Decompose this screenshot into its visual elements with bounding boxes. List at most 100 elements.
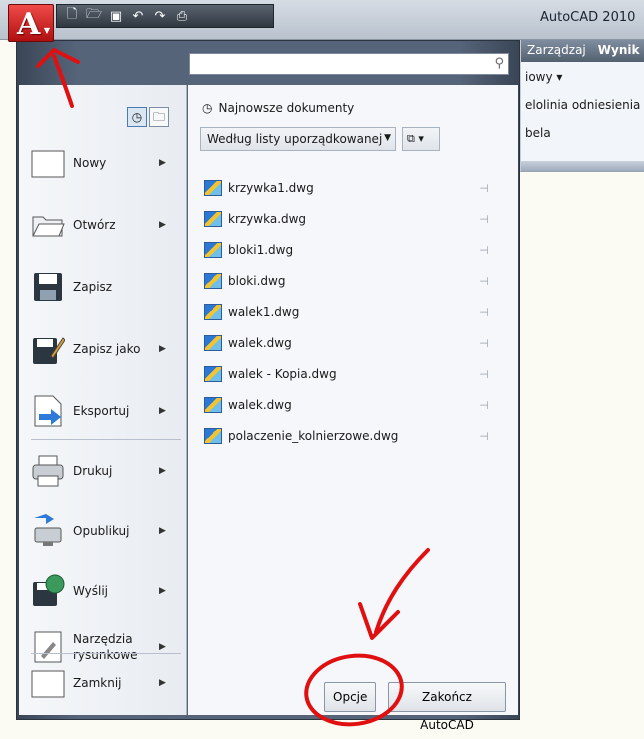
dwg-file-icon [204,366,222,382]
send-icon [31,574,65,608]
recent-documents-icon: ◷ [202,101,213,115]
pin-icon[interactable]: ⊣ [474,244,494,257]
file-name: walek - Kopia.dwg [228,367,337,381]
app-logo-letter: A [17,7,41,42]
recent-file-row[interactable]: walek1.dwg ⊣ [204,300,494,324]
chevron-down-icon: ▼ [384,133,391,143]
save-icon[interactable]: ▣ [107,9,125,24]
submenu-arrow-icon: ▶ [159,678,166,688]
open-folder-icon [31,208,65,242]
menu-item-label: Eksportuj [73,404,130,418]
options-button[interactable]: Opcje [324,682,377,712]
file-name: walek.dwg [228,336,292,350]
menu-item-wyslij[interactable]: Wyślij ▶ [31,565,181,617]
submenu-arrow-icon: ▶ [159,586,166,596]
pin-icon[interactable]: ⊣ [474,213,494,226]
menu-search-box[interactable]: ⚲ [189,53,509,75]
ribbon-row-3[interactable]: bela [525,126,551,140]
menu-item-opublikuj[interactable]: Opublikuj ▶ [31,505,181,557]
recent-file-row[interactable]: polaczenie_kolnierzowe.dwg ⊣ [204,424,494,448]
file-name: walek.dwg [228,398,292,412]
recent-file-row[interactable]: krzywka.dwg ⊣ [204,207,494,231]
pin-icon[interactable]: ⊣ [474,430,494,443]
recent-file-row[interactable]: krzywka1.dwg ⊣ [204,176,494,200]
ribbon-panel-bar [521,161,644,171]
title-bar: 🗋 🗁 ▣ ↶ ↷ ⎙ AutoCAD 2010 [0,0,644,40]
menu-item-eksportuj[interactable]: Eksportuj ▶ [31,385,181,437]
menu-item-otworz[interactable]: Otwórz ▶ [31,199,181,251]
chevron-down-icon: ▼ [43,26,50,35]
publish-icon [31,514,65,548]
file-name: bloki.dwg [228,274,286,288]
pin-icon[interactable]: ⊣ [474,368,494,381]
pin-icon[interactable]: ⊣ [474,306,494,319]
pin-icon[interactable]: ⊣ [474,399,494,412]
submenu-arrow-icon: ▶ [159,466,166,476]
menu-item-label: Zapisz [73,280,113,294]
display-mode-dropdown[interactable]: ⧉ ▾ [402,127,440,151]
print-icon[interactable]: ⎙ [173,9,191,24]
recent-documents-icon[interactable]: ◷ [127,107,147,127]
submenu-arrow-icon: ▶ [159,344,166,354]
menu-item-drukuj[interactable]: Drukuj ▶ [31,445,181,497]
menu-item-zapisz[interactable]: Zapisz [31,261,181,313]
recent-documents-pane: ◷ Najnowsze dokumenty Według listy uporz… [188,85,518,715]
menu-item-zapisz-jako[interactable]: Zapisz jako ▶ [31,323,181,375]
menu-item-label: Drukuj [73,464,113,478]
view-toggle: ◷ 🗀 [127,107,169,127]
menu-item-label: Opublikuj [73,524,130,538]
tab-wynik[interactable]: Wynik [592,40,644,62]
application-menu-button[interactable]: A ▼ [8,4,54,42]
dwg-file-icon [204,335,222,351]
recent-documents-header: ◷ Najnowsze dokumenty [202,101,354,115]
recent-file-row[interactable]: walek - Kopia.dwg ⊣ [204,362,494,386]
menu-item-label: Zapisz jako [73,342,141,356]
recent-file-row[interactable]: bloki1.dwg ⊣ [204,238,494,262]
tab-zarzadzaj[interactable]: Zarządzaj [521,40,592,62]
save-as-icon [31,332,66,366]
icon-view-icon: ⧉ ▾ [407,132,424,145]
search-input[interactable] [190,54,480,74]
save-icon [31,270,65,304]
recent-file-row[interactable]: walek.dwg ⊣ [204,393,494,417]
application-menu: ⚲ ◷ 🗀 Nowy ▶ Otwórz ▶ Zapisz Zapisz jako… [16,40,520,720]
recent-file-row[interactable]: walek.dwg ⊣ [204,331,494,355]
sort-order-value: Według listy uporządkowanej [207,132,383,146]
print-icon [31,454,65,488]
close-document-icon [31,666,65,700]
menu-separator [31,653,181,654]
recent-file-row[interactable]: bloki.dwg ⊣ [204,269,494,293]
sort-order-dropdown[interactable]: Według listy uporządkowanej ▼ [200,127,396,151]
undo-icon[interactable]: ↶ [129,9,147,24]
menu-item-zamknij[interactable]: Zamknij ▶ [31,657,181,709]
dwg-file-icon [204,428,222,444]
window-title: AutoCAD 2010 [540,10,636,25]
menu-item-label: Nowy [73,156,107,170]
new-document-icon [31,146,65,180]
exit-autocad-button[interactable]: Zakończ AutoCAD [388,682,506,732]
ribbon-row-1[interactable]: iowy ▾ [525,70,562,84]
export-icon [31,394,65,428]
submenu-arrow-icon: ▶ [159,158,166,168]
pin-icon[interactable]: ⊣ [474,337,494,350]
dwg-file-icon [204,304,222,320]
dwg-file-icon [204,397,222,413]
menu-separator [31,439,181,440]
ribbon-row-2[interactable]: elolinia odniesienia [525,98,640,112]
menu-item-nowy[interactable]: Nowy ▶ [31,137,181,189]
submenu-arrow-icon: ▶ [159,406,166,416]
pin-icon[interactable]: ⊣ [474,275,494,288]
dwg-file-icon [204,211,222,227]
dwg-file-icon [204,180,222,196]
open-icon[interactable]: 🗁 [85,5,103,27]
redo-icon[interactable]: ↷ [151,9,169,24]
new-icon[interactable]: 🗋 [63,5,81,27]
file-name: krzywka1.dwg [228,181,314,195]
pin-icon[interactable]: ⊣ [474,182,494,195]
file-name: bloki1.dwg [228,243,294,257]
submenu-arrow-icon: ▶ [159,526,166,536]
search-icon[interactable]: ⚲ [494,56,504,71]
open-documents-icon[interactable]: 🗀 [149,107,169,127]
recent-documents-title: Najnowsze dokumenty [218,101,355,115]
menu-item-label: Wyślij [73,584,109,598]
